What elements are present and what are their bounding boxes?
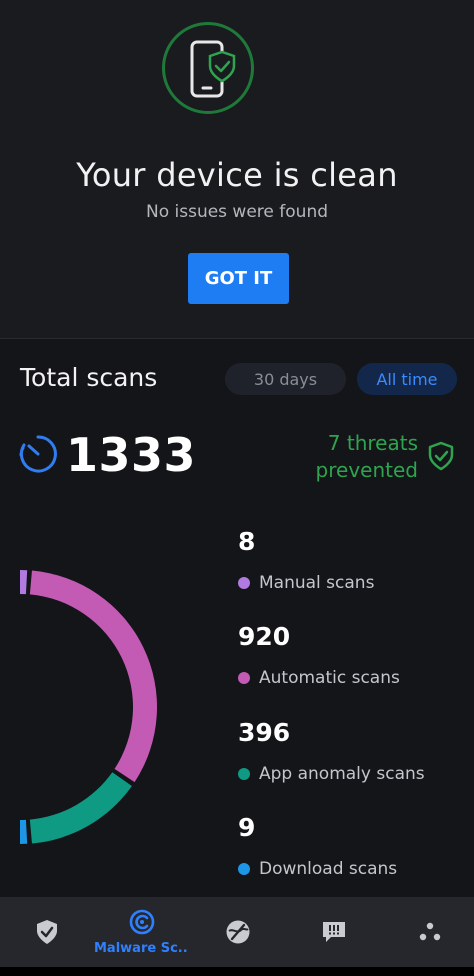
phone-shield-icon: [162, 22, 254, 114]
total-scans-title: Total scans: [20, 363, 158, 392]
shield-check-icon: [428, 441, 454, 475]
stat-label: Manual scans: [259, 573, 375, 593]
alerts-icon: [323, 922, 345, 942]
threats-prevented-text: 7 threats prevented: [290, 430, 418, 484]
stat-value: 9: [238, 813, 256, 842]
donut-slice-manual-scans: [20, 570, 28, 595]
donut-slice-app-anomaly-scans: [29, 772, 132, 844]
threats-label: prevented: [315, 458, 418, 482]
stat-value: 396: [238, 718, 291, 747]
stat-manual: 8 Manual scans: [238, 527, 374, 593]
bottom-navigation: Malware Sc...: [0, 897, 474, 967]
got-it-button[interactable]: GOT IT: [188, 253, 289, 304]
nav-item-malware-scan[interactable]: Malware Sc...: [94, 897, 188, 967]
scan-timer-icon: [18, 434, 58, 478]
stat-value: 920: [238, 622, 291, 651]
legend-dot: [238, 768, 250, 780]
stat-value: 8: [238, 527, 256, 556]
malware-scan-icon: [129, 909, 155, 935]
nav-item-protection[interactable]: [0, 897, 94, 967]
scan-donut-chart: [20, 570, 158, 844]
filter-all-time[interactable]: All time: [357, 363, 457, 395]
web-protection-icon: [226, 920, 250, 944]
shield-check-icon: [37, 920, 57, 944]
legend-dot: [238, 672, 250, 684]
legend-dot: [238, 863, 250, 875]
nav-item-more[interactable]: [382, 897, 474, 967]
nav-label-malware-scan: Malware Sc...: [94, 941, 188, 956]
system-bar: [0, 967, 474, 976]
status-subtitle: No issues were found: [145, 202, 329, 222]
stat-label: Automatic scans: [259, 668, 400, 688]
hero-section: Your device is clean No issues were foun…: [0, 0, 474, 338]
donut-slice-download-scans: [20, 819, 28, 844]
donut-slice-automatic-scans: [29, 570, 158, 783]
legend-dot: [238, 577, 250, 589]
total-scans-count: 1333: [66, 428, 197, 482]
stat-app-anomaly: 396 App anomaly scans: [238, 718, 425, 784]
stat-automatic: 920 Automatic scans: [238, 622, 400, 688]
stat-download: 9 Download scans: [238, 813, 397, 879]
nav-item-alerts[interactable]: [286, 897, 380, 967]
stat-label: Download scans: [259, 859, 398, 879]
page-title: Your device is clean: [76, 156, 398, 194]
nav-item-web-protection[interactable]: [190, 897, 284, 967]
more-icon: [419, 922, 441, 941]
threats-count: 7 threats: [327, 431, 418, 455]
stat-label: App anomaly scans: [259, 764, 425, 784]
filter-30-days[interactable]: 30 days: [225, 363, 346, 395]
